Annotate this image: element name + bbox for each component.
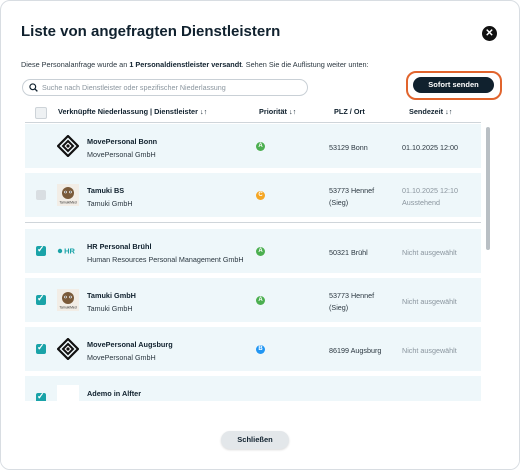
providers-dialog: Liste von angefragten Dienstleistern ✕ D… xyxy=(0,0,520,470)
row-checkbox-disabled xyxy=(36,190,46,200)
provider-row[interactable]: HR HR Personal Brühl Human Resources Perso… xyxy=(25,229,481,273)
search-input[interactable] xyxy=(42,80,297,95)
search-box[interactable] xyxy=(22,79,308,96)
column-header-priority[interactable]: Priorität ↓↑ xyxy=(259,107,296,116)
svg-text:HR: HR xyxy=(64,247,75,256)
provider-name: MovePersonal Bonn xyxy=(87,137,158,146)
send-time: 01.10.2025 12:10 Ausstehend xyxy=(402,186,458,207)
provider-company: MovePersonal GmbH xyxy=(87,150,156,159)
provider-company: Tamuki GmbH xyxy=(87,304,133,313)
priority-badge: B xyxy=(256,345,265,354)
tamuki-logo: TamukiMed xyxy=(57,289,79,311)
plz-ort: 53773 Hennef (Sieg) xyxy=(329,186,375,207)
provider-row[interactable]: TamukiMed Tamuki GmbH Tamuki GmbH A 53773 He… xyxy=(25,278,481,322)
send-time: Nicht ausgewählt xyxy=(402,346,457,355)
send-time: Nicht ausgewählt xyxy=(402,248,457,257)
provider-name: Ademo in Alfter xyxy=(87,389,142,398)
info-text: Diese Personalanfrage wurde an 1 Persona… xyxy=(21,60,369,69)
provider-company: MovePersonal GmbH xyxy=(87,353,156,362)
hr-logo: HR xyxy=(57,240,79,262)
svg-text:TamukiMed: TamukiMed xyxy=(59,306,76,310)
priority-badge: A xyxy=(256,296,265,305)
provider-row[interactable]: MovePersonal Bonn MovePersonal GmbH A 53129… xyxy=(25,124,481,168)
provider-name: MovePersonal Augsburg xyxy=(87,340,173,349)
movepersonal-logo xyxy=(56,337,80,361)
scrollbar[interactable] xyxy=(485,127,491,396)
row-checkbox[interactable] xyxy=(36,342,46,354)
priority-badge: A xyxy=(256,142,265,151)
dialog-footer: Schließen xyxy=(1,401,519,469)
dialog-title: Liste von angefragten Dienstleistern xyxy=(21,23,281,40)
provider-name: Tamuki BS xyxy=(87,186,125,195)
send-now-button[interactable]: Sofort senden xyxy=(413,77,494,93)
search-icon xyxy=(29,83,38,92)
priority-badge: C xyxy=(256,191,265,200)
provider-company: Human Resources Personal Management GmbH xyxy=(87,255,244,264)
priority-badge: A xyxy=(256,247,265,256)
column-header-branch[interactable]: Verknüpfte Niederlassung | Dienstleister… xyxy=(58,107,207,116)
send-time: 01.10.2025 12:00 xyxy=(402,143,458,152)
plz-ort: 53773 Hennef (Sieg) xyxy=(329,291,375,312)
column-header-plz: PLZ / Ort xyxy=(334,107,365,116)
select-all-checkbox[interactable] xyxy=(35,107,47,119)
row-checkbox[interactable] xyxy=(36,244,46,256)
movepersonal-logo xyxy=(56,134,80,158)
close-icon[interactable]: ✕ xyxy=(482,26,497,41)
scrollbar-thumb[interactable] xyxy=(486,127,490,250)
provider-row[interactable]: MovePersonal Augsburg MovePersonal GmbH B 8… xyxy=(25,327,481,371)
tamuki-logo: TamukiMed xyxy=(57,184,79,206)
section-divider xyxy=(25,222,481,223)
provider-row[interactable]: TamukiMed Tamuki BS Tamuki GmbH C 53773 Henn… xyxy=(25,173,481,217)
plz-ort: 86199 Augsburg xyxy=(329,346,382,355)
send-time: Nicht ausgewählt xyxy=(402,297,457,306)
header-divider xyxy=(25,122,481,123)
provider-name: HR Personal Brühl xyxy=(87,242,152,251)
send-highlight: Sofort senden xyxy=(406,71,502,100)
plz-ort: 50321 Brühl xyxy=(329,248,368,257)
provider-company: Tamuki GmbH xyxy=(87,199,133,208)
plz-ort: 53129 Bonn xyxy=(329,143,368,152)
svg-text:TamukiMed: TamukiMed xyxy=(59,201,76,205)
close-button[interactable]: Schließen xyxy=(221,431,289,449)
column-header-sendtime[interactable]: Sendezeit ↓↑ xyxy=(409,107,452,116)
provider-name: Tamuki GmbH xyxy=(87,291,136,300)
row-checkbox[interactable] xyxy=(36,293,46,305)
